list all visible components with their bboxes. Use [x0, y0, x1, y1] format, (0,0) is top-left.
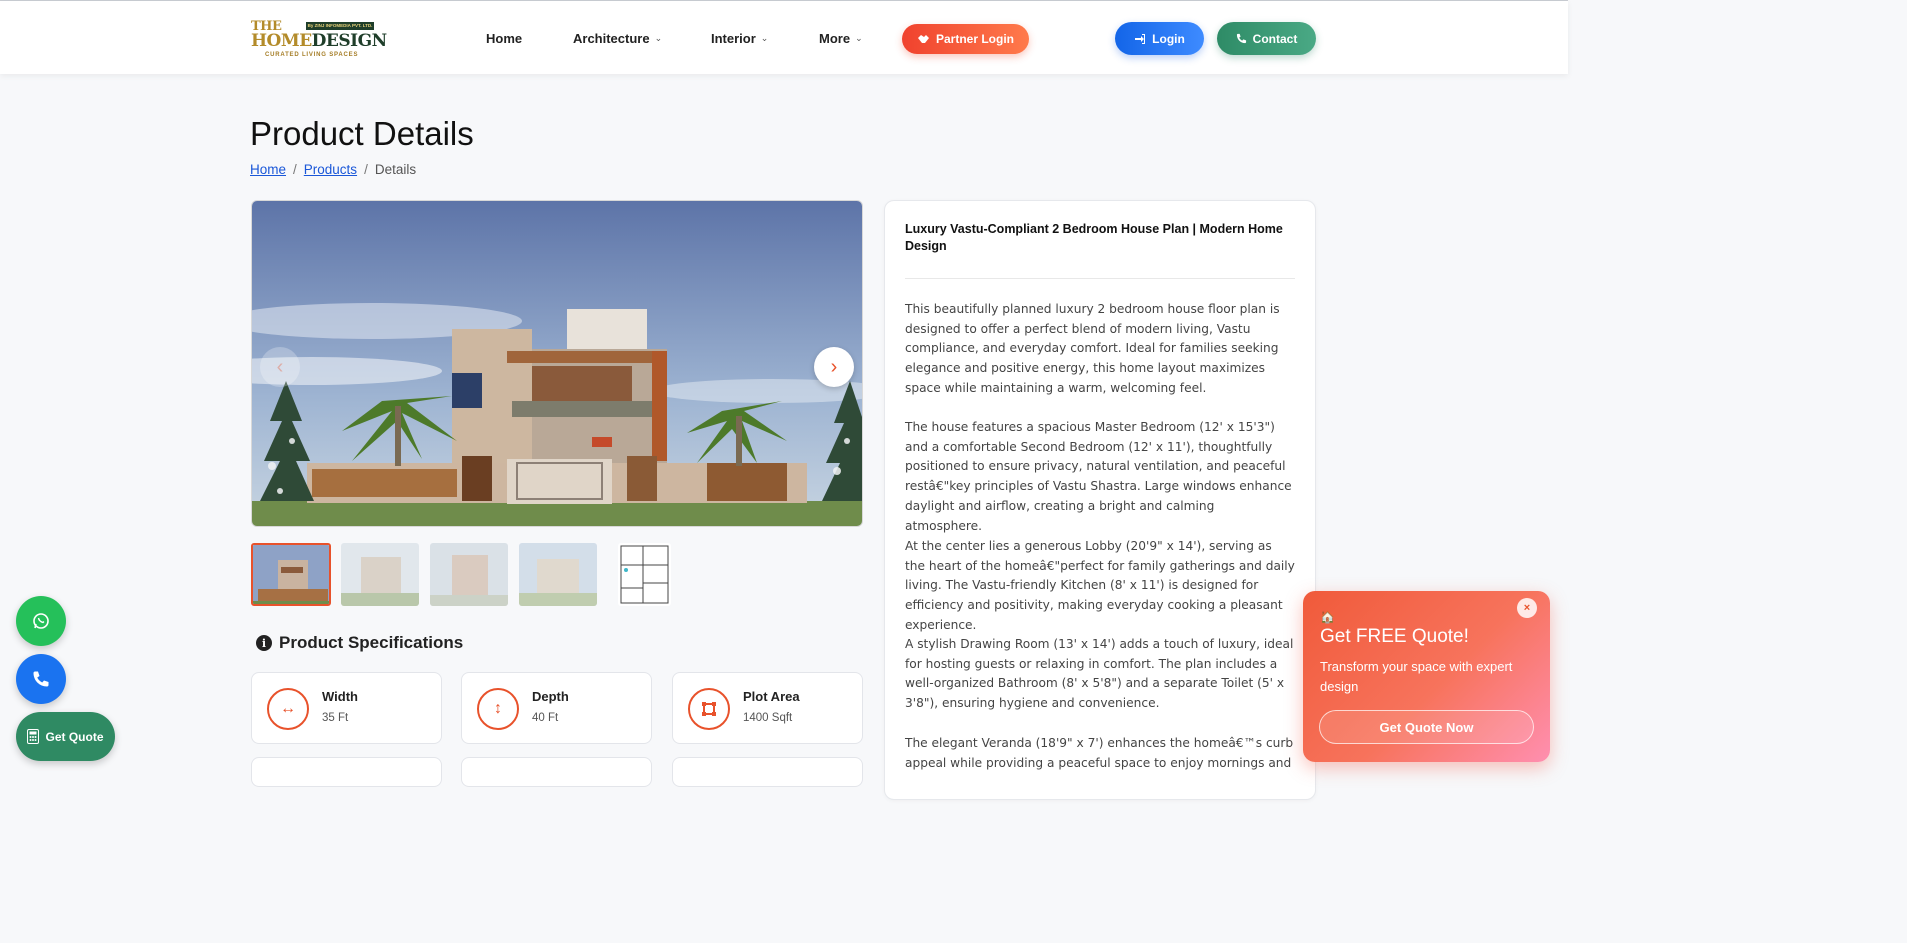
logo-line-2: HOMEDESIGN	[251, 31, 387, 51]
breadcrumb-products[interactable]: Products	[304, 162, 357, 177]
whatsapp-icon	[33, 613, 49, 629]
get-quote-floating-button[interactable]: Get Quote	[16, 712, 115, 761]
quote-popup: × 🏠 Get FREE Quote! Transform your space…	[1303, 591, 1550, 762]
site-header: THE By ZINJ INFOMEDIA PVT. LTD. HOMEDESI…	[0, 1, 1568, 74]
nav-home[interactable]: Home	[486, 31, 522, 46]
product-title: Luxury Vastu-Compliant 2 Bedroom House P…	[905, 222, 1283, 253]
gallery-thumbnail[interactable]	[519, 543, 597, 606]
handshake-icon	[917, 35, 929, 43]
site-logo[interactable]: THE By ZINJ INFOMEDIA PVT. LTD. HOMEDESI…	[251, 19, 387, 59]
arrows-horizontal-icon: ↔	[267, 688, 309, 730]
gallery-thumbnail[interactable]	[341, 543, 419, 606]
gallery-thumbnail[interactable]	[251, 543, 331, 606]
chevron-down-icon: ⌄	[855, 33, 863, 43]
divider	[905, 278, 1295, 279]
spec-card-partial	[251, 757, 442, 787]
popup-subtitle: Transform your space with expert design	[1320, 659, 1513, 694]
spec-card-partial	[672, 757, 863, 787]
specifications-heading: i Product Specifications	[256, 633, 463, 653]
logo-badge: By ZINJ INFOMEDIA PVT. LTD.	[306, 22, 374, 30]
contact-button[interactable]: Contact	[1217, 22, 1316, 55]
close-icon[interactable]: ×	[1517, 598, 1537, 618]
phone-icon	[33, 671, 49, 687]
page-title: Product Details	[250, 115, 474, 152]
breadcrumb-current: Details	[374, 162, 417, 177]
gallery-thumbnail[interactable]	[618, 543, 671, 606]
thumbnail-image	[430, 543, 508, 606]
chevron-left-icon: ‹	[276, 355, 284, 378]
breadcrumb-home[interactable]: Home	[250, 162, 286, 177]
thumbnail-image	[519, 543, 597, 606]
sign-in-icon	[1135, 33, 1146, 44]
spec-card-plot-area: Plot Area 1400 Sqft	[672, 672, 863, 744]
gallery-next-button[interactable]: ›	[814, 347, 854, 387]
nav-architecture[interactable]: Architecture ⌄	[573, 31, 662, 46]
product-main-image[interactable]	[251, 200, 863, 527]
nav-more[interactable]: More ⌄	[819, 31, 863, 46]
description-paragraph: A stylish Drawing Room (13' x 14') adds …	[905, 637, 1294, 711]
gallery-thumbnail[interactable]	[430, 543, 508, 606]
spec-card-width: ↔ Width 35 Ft	[251, 672, 442, 744]
popup-title: Get FREE Quote!	[1320, 626, 1469, 647]
whatsapp-button[interactable]	[16, 596, 66, 646]
get-quote-now-button[interactable]: Get Quote Now	[1319, 710, 1534, 744]
call-button[interactable]	[16, 654, 66, 704]
logo-slogan: CURATED LIVING SPACES	[265, 52, 359, 58]
nav-interior[interactable]: Interior ⌄	[711, 31, 768, 46]
spec-card-depth: ↕ Depth 40 Ft	[461, 672, 652, 744]
description-paragraph: The elegant Veranda (18'9" x 7') enhance…	[905, 736, 1294, 770]
calculator-icon	[27, 729, 40, 744]
chevron-right-icon: ›	[830, 355, 838, 378]
breadcrumb: Home / Products / Details	[250, 162, 417, 177]
house-render-illustration	[252, 201, 862, 526]
info-icon: i	[256, 635, 272, 651]
arrows-vertical-icon: ↕	[477, 688, 519, 730]
phone-icon	[1236, 33, 1246, 44]
description-paragraph: At the center lies a generous Lobby (20'…	[905, 539, 1295, 632]
partner-login-button[interactable]: Partner Login	[902, 24, 1029, 54]
house-icon: 🏠	[1320, 610, 1335, 624]
login-button[interactable]: Login	[1115, 22, 1204, 55]
description-paragraph: This beautifully planned luxury 2 bedroo…	[905, 302, 1280, 395]
floor-plan-thumbnail	[620, 545, 669, 604]
thumbnail-image	[341, 543, 419, 606]
vector-square-icon	[688, 688, 730, 730]
chevron-down-icon: ⌄	[654, 33, 663, 43]
spec-card-partial	[461, 757, 652, 787]
thumbnail-image	[253, 545, 329, 604]
description-paragraph: The house features a spacious Master Bed…	[905, 420, 1292, 533]
gallery-prev-button[interactable]: ‹	[260, 347, 300, 387]
chevron-down-icon: ⌄	[760, 33, 769, 43]
